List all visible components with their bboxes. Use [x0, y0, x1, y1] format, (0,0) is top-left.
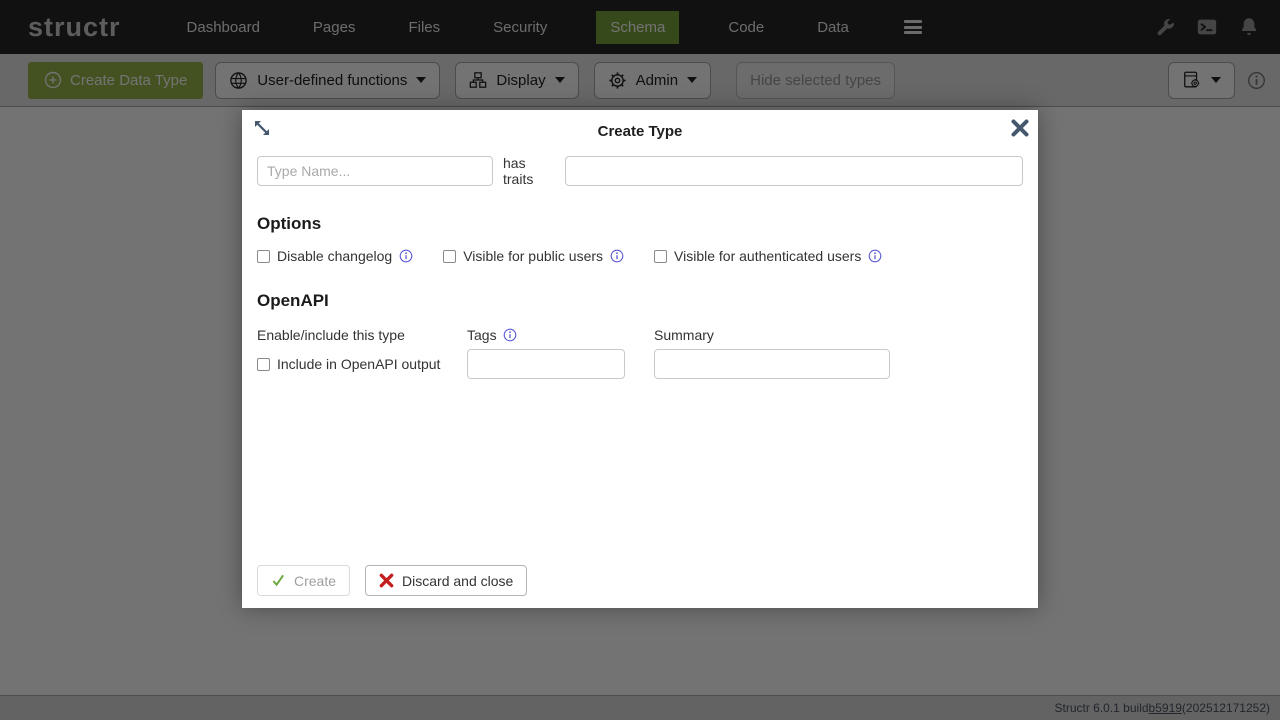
openapi-heading: OpenAPI	[257, 291, 329, 311]
enable-include-text: Enable/include this type	[257, 327, 405, 343]
options-checkbox-row: Disable changelog Visible for public use…	[257, 248, 882, 264]
disable-changelog-option: Disable changelog	[257, 248, 413, 264]
include-openapi-checkbox[interactable]	[257, 358, 270, 371]
dialog-buttons: Create Discard and close	[257, 565, 527, 596]
info-icon[interactable]	[868, 249, 882, 263]
info-icon[interactable]	[503, 328, 517, 342]
create-type-dialog: Create Type has traits Options Disable c…	[242, 110, 1038, 608]
create-button-label: Create	[294, 573, 336, 589]
create-button[interactable]: Create	[257, 565, 350, 596]
visible-public-option: Visible for public users	[443, 248, 624, 264]
summary-label: Summary	[654, 327, 714, 343]
visible-authenticated-label: Visible for authenticated users	[674, 248, 861, 264]
include-openapi-option: Include in OpenAPI output	[257, 349, 440, 379]
disable-changelog-checkbox[interactable]	[257, 250, 270, 263]
include-openapi-label: Include in OpenAPI output	[277, 356, 440, 372]
traits-input[interactable]	[565, 156, 1023, 186]
enable-include-label: Enable/include this type	[257, 327, 405, 343]
dialog-title: Create Type	[242, 123, 1038, 140]
structr-app: structr Dashboard Pages Files Security S…	[0, 0, 1280, 720]
tags-label: Tags	[467, 327, 517, 343]
close-dialog-icon[interactable]	[1010, 118, 1030, 138]
red-cross-icon	[379, 573, 394, 588]
visible-public-label: Visible for public users	[463, 248, 603, 264]
disable-changelog-label: Disable changelog	[277, 248, 392, 264]
options-heading: Options	[257, 214, 321, 234]
visible-authenticated-checkbox[interactable]	[654, 250, 667, 263]
has-traits-label: has traits	[503, 155, 555, 187]
info-icon[interactable]	[399, 249, 413, 263]
summary-text: Summary	[654, 327, 714, 343]
visible-authenticated-option: Visible for authenticated users	[654, 248, 882, 264]
visible-public-checkbox[interactable]	[443, 250, 456, 263]
tags-input[interactable]	[467, 349, 625, 379]
check-icon	[271, 573, 286, 588]
info-icon[interactable]	[610, 249, 624, 263]
type-name-input[interactable]	[257, 156, 493, 186]
summary-input[interactable]	[654, 349, 890, 379]
discard-and-close-button[interactable]: Discard and close	[365, 565, 527, 596]
tags-text: Tags	[467, 327, 497, 343]
discard-button-label: Discard and close	[402, 573, 513, 589]
